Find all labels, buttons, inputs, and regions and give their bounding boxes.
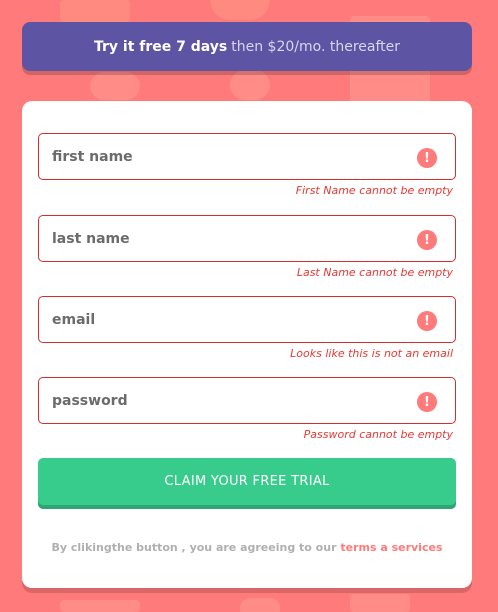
first-name-field: first name ! First Name cannot be empty: [38, 133, 456, 197]
background-decoration: [60, 0, 130, 22]
error-icon: !: [417, 392, 437, 412]
trial-banner: Try it free 7 days then $20/mo. thereaft…: [22, 22, 472, 71]
banner-light-text: then $20/mo. thereafter: [231, 38, 401, 55]
terms-notice: By clikingthe button , you are agreeing …: [22, 541, 472, 554]
password-field: password ! Password cannot be empty: [38, 377, 456, 441]
background-decoration: [90, 72, 140, 100]
terms-link[interactable]: terms a services: [340, 541, 442, 554]
email-placeholder: email: [52, 311, 96, 328]
background-decoration: [240, 598, 280, 612]
last-name-field: last name ! Last Name cannot be empty: [38, 215, 456, 279]
last-name-error: Last Name cannot be empty: [296, 266, 453, 279]
last-name-placeholder: last name: [52, 230, 130, 247]
error-icon: !: [417, 311, 437, 331]
first-name-input[interactable]: first name !: [38, 133, 456, 180]
signup-form-card: first name ! First Name cannot be empty …: [22, 101, 472, 588]
password-error: Password cannot be empty: [303, 428, 453, 441]
password-input[interactable]: password !: [38, 377, 456, 424]
email-error: Looks like this is not an email: [290, 347, 453, 360]
background-decoration: [230, 70, 270, 100]
terms-prefix: By clikingthe button , you are agreeing …: [51, 541, 337, 554]
claim-trial-button[interactable]: CLAIM YOUR FREE TRIAL: [38, 458, 456, 505]
error-icon: !: [417, 230, 437, 250]
email-input[interactable]: email !: [38, 296, 456, 343]
password-placeholder: password: [52, 392, 128, 409]
first-name-error: First Name cannot be empty: [295, 184, 453, 197]
error-icon: !: [417, 148, 437, 168]
last-name-input[interactable]: last name !: [38, 215, 456, 262]
background-decoration: [60, 600, 140, 612]
email-field: email ! Looks like this is not an email: [38, 296, 456, 360]
first-name-placeholder: first name: [52, 148, 133, 165]
background-decoration: [350, 594, 410, 612]
banner-strong-text: Try it free 7 days: [93, 38, 228, 55]
background-decoration: [210, 0, 270, 20]
